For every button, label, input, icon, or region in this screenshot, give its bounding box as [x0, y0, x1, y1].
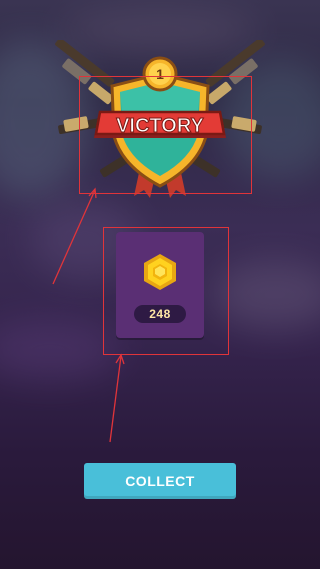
victory-screen: 1 VICTORY 248 COLLECT — [0, 0, 320, 569]
collect-button[interactable]: COLLECT — [84, 463, 236, 499]
annotation-box-emblem — [79, 76, 252, 194]
annotation-box-reward — [103, 227, 229, 355]
